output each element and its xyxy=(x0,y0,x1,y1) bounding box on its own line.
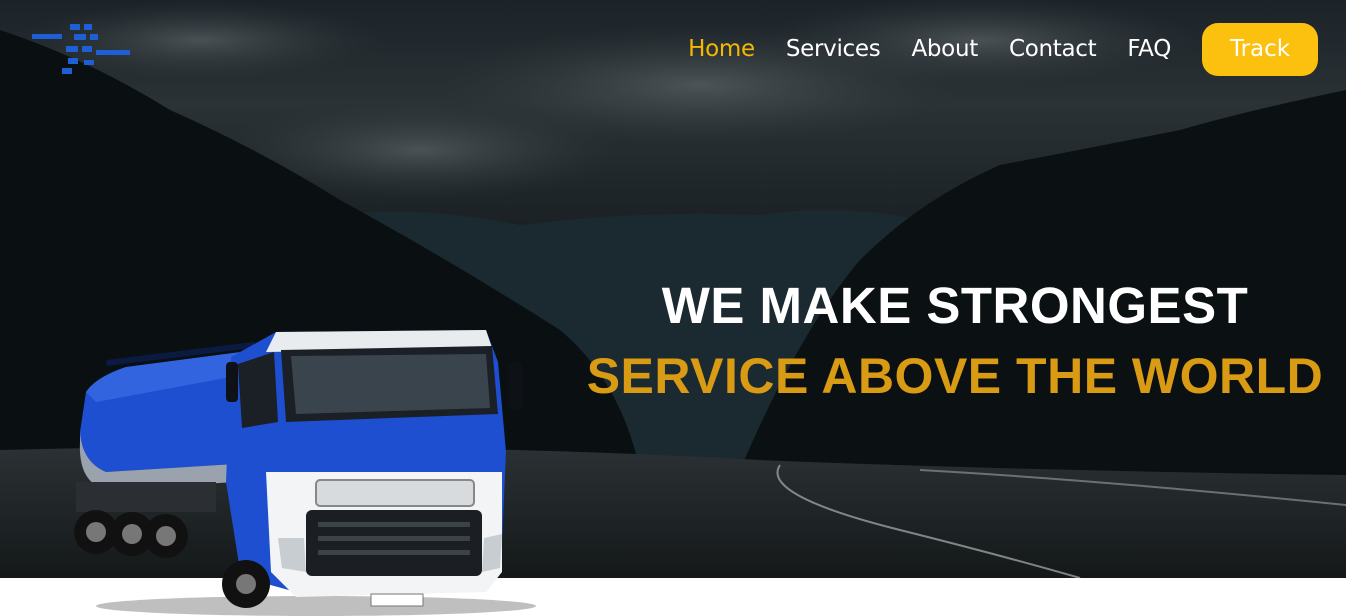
hero-headline: WE MAKE STRONGEST SERVICE ABOVE THE WORL… xyxy=(560,278,1346,406)
main-navigation: Home Services About Contact FAQ Track xyxy=(688,22,1318,76)
nav-link-contact[interactable]: Contact xyxy=(1009,36,1097,62)
headline-line-1: WE MAKE STRONGEST xyxy=(661,277,1249,334)
nav-link-faq[interactable]: FAQ xyxy=(1127,36,1171,62)
logo-icon[interactable] xyxy=(30,20,132,78)
nav-link-about[interactable]: About xyxy=(911,36,978,62)
nav-link-home[interactable]: Home xyxy=(688,36,755,62)
headline-line-2: SERVICE ABOVE THE WORLD xyxy=(586,348,1324,404)
track-button[interactable]: Track xyxy=(1202,22,1318,76)
tanker-truck-image xyxy=(74,330,536,616)
nav-link-services[interactable]: Services xyxy=(786,36,881,62)
